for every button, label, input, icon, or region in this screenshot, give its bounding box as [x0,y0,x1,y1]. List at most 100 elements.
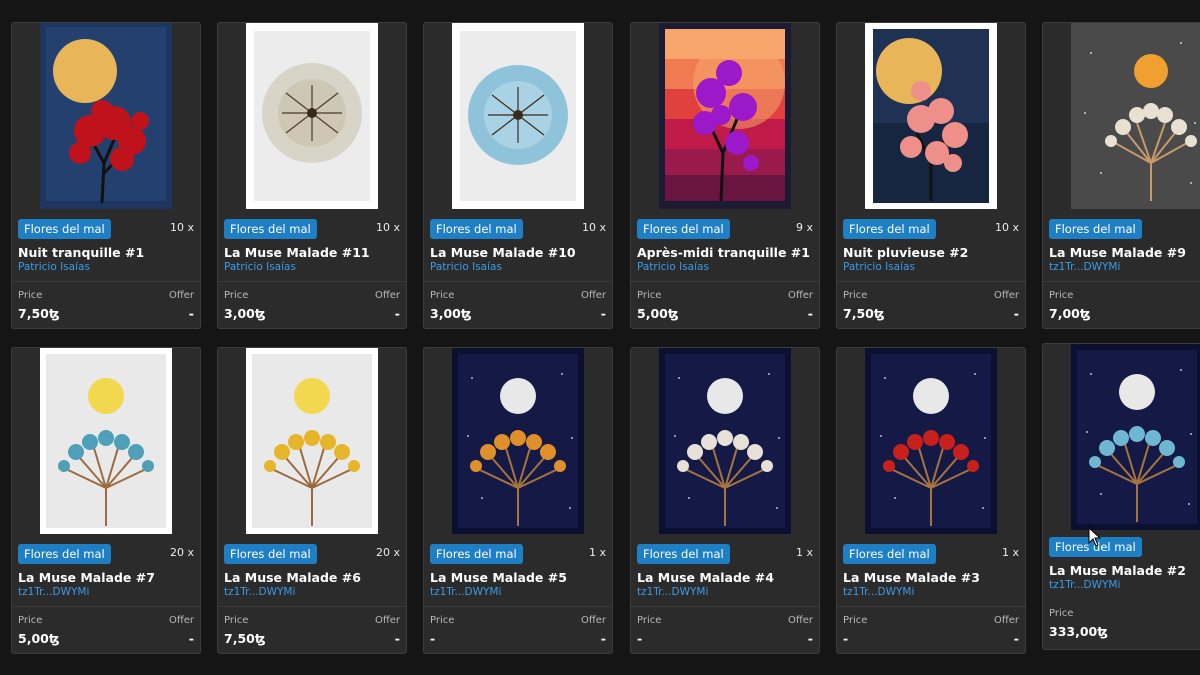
creator-link[interactable]: tz1Tr...DWYMi [637,586,708,598]
artwork-thumbnail[interactable] [659,23,791,209]
creator-link[interactable]: tz1Tr...DWYMi [1049,261,1120,273]
artwork-thumbnail[interactable] [40,23,172,209]
artwork-title[interactable]: Nuit tranquille #1 [18,245,194,260]
price-value: 7,50ꜩ [18,306,60,321]
price-value: 7,00ꜩ [1049,306,1091,321]
collection-tag[interactable]: Flores del mal [637,544,730,564]
collection-tag[interactable]: Flores del mal [1049,219,1142,239]
offer-label: Offer [580,290,606,301]
artwork-title[interactable]: La Muse Malade #6 [224,570,400,585]
creator-link[interactable]: tz1Tr...DWYMi [430,586,501,598]
creator-link[interactable]: tz1Tr...DWYMi [18,586,89,598]
creator-link[interactable]: Patricio Isaías [430,261,502,273]
nft-card[interactable]: Flores del mal 10 x Nuit pluvieuse #2 Pa… [836,22,1026,329]
offer-label: Offer [787,290,813,301]
edition-count: 1 x [1001,546,1019,559]
edition-count: 10 x [169,221,194,234]
price-label: Price [843,615,868,626]
collection-tag[interactable]: Flores del mal [18,544,111,564]
collection-tag[interactable]: Flores del mal [18,219,111,239]
artwork-title[interactable]: La Muse Malade #2 [1049,563,1200,578]
price-value: - [637,631,643,646]
collection-tag[interactable]: Flores del mal [843,544,936,564]
divider [631,281,819,282]
creator-link[interactable]: Patricio Isaías [224,261,296,273]
offer-label: Offer [580,615,606,626]
artwork-thumbnail[interactable] [40,348,172,534]
artwork-thumbnail[interactable] [1071,344,1200,530]
creator-link[interactable]: tz1Tr...DWYMi [224,586,295,598]
divider [12,281,200,282]
price-label: Price [843,290,868,301]
artwork-title[interactable]: La Muse Malade #10 [430,245,606,260]
artwork-title[interactable]: La Muse Malade #7 [18,570,194,585]
creator-link[interactable]: tz1Tr...DWYMi [1049,579,1120,591]
offer-value: - [188,631,194,646]
nft-card[interactable]: Flores del mal 1 x La Muse Malade #5 tz1… [423,347,613,654]
artwork-thumbnail[interactable] [246,348,378,534]
nft-card[interactable]: Flores del mal 10 x La Muse Malade #10 P… [423,22,613,329]
collection-tag[interactable]: Flores del mal [430,544,523,564]
nft-card[interactable]: Flores del mal La Muse Malade #2 tz1Tr..… [1042,343,1200,650]
offer-label: Offer [993,615,1019,626]
artwork-thumbnail[interactable] [246,23,378,209]
offer-value: - [394,306,400,321]
price-value: 333,00ꜩ [1049,624,1108,639]
artwork-thumbnail[interactable] [865,348,997,534]
creator-link[interactable]: tz1Tr...DWYMi [843,586,914,598]
nft-card[interactable]: Flores del mal 9 x Après-midi tranquille… [630,22,820,329]
edition-count: 10 x [375,221,400,234]
price-value: 7,50ꜩ [224,631,266,646]
artwork-thumbnail[interactable] [659,348,791,534]
divider [218,606,406,607]
artwork-thumbnail[interactable] [452,348,584,534]
artwork-title[interactable]: La Muse Malade #3 [843,570,1019,585]
creator-link[interactable]: Patricio Isaías [637,261,709,273]
artwork-title[interactable]: Après-midi tranquille #1 [637,245,813,260]
edition-count: 9 x [795,221,813,234]
price-value: 3,00ꜩ [430,306,472,321]
nft-card[interactable]: Flores del mal La Muse Malade #9 tz1Tr..… [1042,22,1200,329]
nft-card[interactable]: Flores del mal 20 x La Muse Malade #6 tz… [217,347,407,654]
artwork-thumbnail[interactable] [452,23,584,209]
nft-card[interactable]: Flores del mal 10 x La Muse Malade #11 P… [217,22,407,329]
offer-value: - [600,306,606,321]
artwork-thumbnail[interactable] [1071,23,1200,209]
mouse-cursor-icon [1088,527,1102,547]
divider [218,281,406,282]
collection-tag[interactable]: Flores del mal [430,219,523,239]
divider [424,281,612,282]
artwork-title[interactable]: La Muse Malade #5 [430,570,606,585]
nft-card[interactable]: Flores del mal 1 x La Muse Malade #4 tz1… [630,347,820,654]
collection-tag[interactable]: Flores del mal [637,219,730,239]
offer-label: Offer [374,615,400,626]
artwork-title[interactable]: La Muse Malade #11 [224,245,400,260]
creator-link[interactable]: Patricio Isaías [18,261,90,273]
artwork-title[interactable]: La Muse Malade #9 [1049,245,1200,260]
collection-tag[interactable]: Flores del mal [224,544,317,564]
price-value: 3,00ꜩ [224,306,266,321]
edition-count: 1 x [795,546,813,559]
offer-value: - [1013,306,1019,321]
nft-card[interactable]: Flores del mal 1 x La Muse Malade #3 tz1… [836,347,1026,654]
price-label: Price [224,290,249,301]
divider [837,281,1025,282]
artwork-thumbnail[interactable] [865,23,997,209]
price-label: Price [430,615,455,626]
artwork-title[interactable]: Nuit pluvieuse #2 [843,245,1019,260]
price-label: Price [430,290,455,301]
creator-link[interactable]: Patricio Isaías [843,261,915,273]
collection-tag[interactable]: Flores del mal [224,219,317,239]
price-value: 7,50ꜩ [843,306,885,321]
nft-card[interactable]: Flores del mal 10 x Nuit tranquille #1 P… [11,22,201,329]
price-value: 5,00ꜩ [18,631,60,646]
price-label: Price [18,615,43,626]
collection-tag[interactable]: Flores del mal [843,219,936,239]
price-value: - [430,631,436,646]
divider [631,606,819,607]
offer-label: Offer [374,290,400,301]
offer-label: Offer [168,290,194,301]
offer-label: Offer [787,615,813,626]
artwork-title[interactable]: La Muse Malade #4 [637,570,813,585]
nft-card[interactable]: Flores del mal 20 x La Muse Malade #7 tz… [11,347,201,654]
